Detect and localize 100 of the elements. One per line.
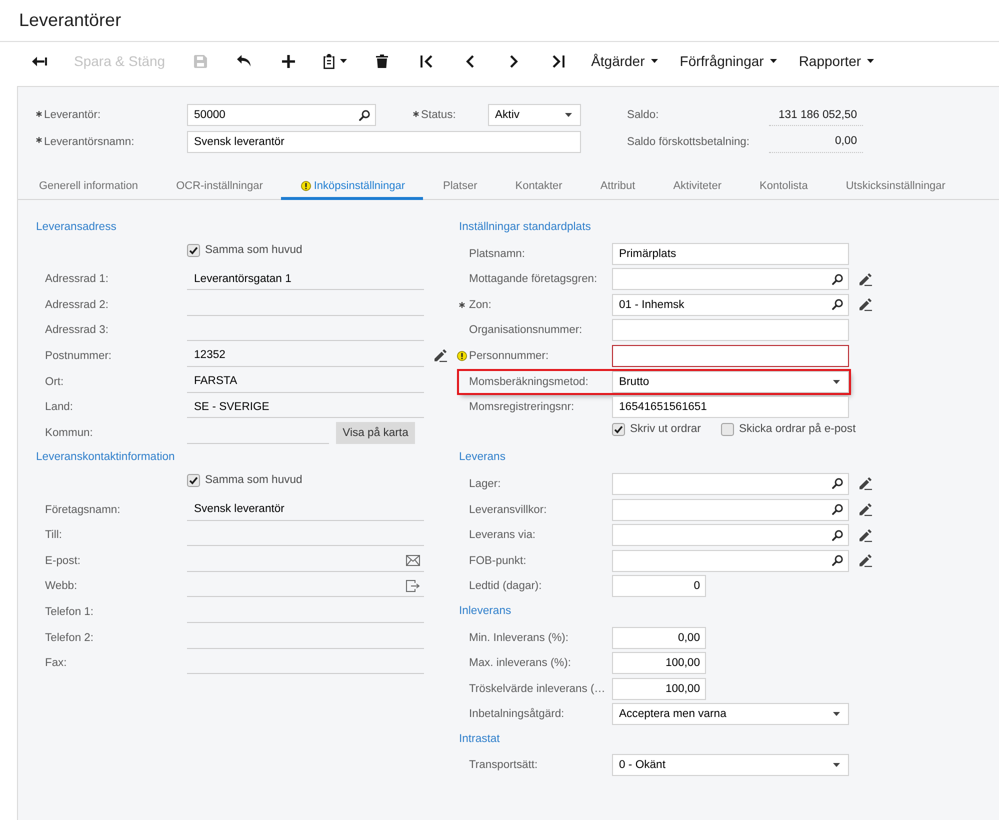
trash-icon [376, 54, 388, 68]
caret-icon [833, 380, 840, 384]
search-icon[interactable] [832, 299, 843, 310]
search-icon[interactable] [832, 478, 843, 490]
page-title: Leverantörer [19, 10, 122, 31]
lookup-field[interactable] [612, 472, 849, 495]
text-field[interactable]: Leverantörsgatan 1 [187, 268, 424, 290]
number-field[interactable]: 100,00 [612, 652, 706, 674]
caret-icon [867, 59, 874, 63]
select-dropdown[interactable]: 0 - Okänt [612, 754, 849, 776]
tab[interactable]: Platser [423, 176, 496, 200]
number-field[interactable]: 0,00 [612, 626, 706, 648]
pencil-icon[interactable] [434, 349, 447, 362]
map-button[interactable]: Visa på karta [336, 422, 415, 444]
field-label: Zon: [469, 298, 492, 312]
field-label: Till: [45, 528, 62, 542]
menu-button[interactable]: Åtgärder [580, 45, 669, 77]
field-label: Postnummer: [45, 348, 112, 363]
number-field[interactable]: 0 [612, 575, 706, 598]
search-icon[interactable] [832, 504, 843, 516]
checkbox-label: Samma som huvud [205, 244, 302, 256]
field-label: Mottagande företagsgren: [469, 272, 598, 286]
checkbox[interactable] [720, 422, 734, 436]
field-label: Max. inleverans (%): [469, 656, 571, 670]
envelope-icon[interactable] [406, 554, 420, 566]
checkbox[interactable] [187, 244, 200, 257]
tab[interactable]: OCR-inställningar [156, 176, 281, 200]
section-title: Leverans [459, 450, 506, 466]
section-title: Leveranskontaktinformation [36, 450, 175, 466]
tab[interactable]: Aktiviteter [653, 176, 740, 200]
tab[interactable]: Attribut [580, 176, 654, 200]
checkbox-label: Samma som huvud [205, 474, 302, 486]
field-label: Företagsnamn: [45, 502, 120, 517]
pencil-icon[interactable] [858, 554, 872, 568]
field-label: Fax: [45, 656, 67, 670]
select-dropdown[interactable]: Brutto [612, 370, 849, 393]
search-icon[interactable] [359, 110, 370, 120]
menu-button[interactable]: Förfrågningar [668, 45, 788, 77]
text-field[interactable]: 12352 [187, 344, 424, 367]
select-dropdown[interactable]: Aktiv [488, 104, 581, 126]
balance-value: 0,00 [769, 130, 863, 152]
caret-icon [650, 59, 658, 63]
field-label: Telefon 2: [45, 630, 94, 644]
search-icon[interactable] [832, 274, 843, 285]
checkbox-label: Skicka ordrar på e-post [738, 423, 856, 436]
field-label: Kommun: [45, 426, 93, 440]
tab[interactable]: Generell information [19, 176, 156, 200]
lookup-field[interactable]: 50000 [187, 104, 376, 126]
search-icon[interactable] [832, 555, 843, 566]
text-field[interactable]: 16541651561651 [612, 396, 849, 418]
tab[interactable]: Kontakter [495, 176, 580, 200]
field-label: Saldo: [627, 109, 659, 121]
text-field[interactable]: FARSTA [187, 370, 424, 393]
field-label: Lager: [469, 476, 501, 491]
pencil-icon[interactable] [858, 528, 872, 542]
menu-button[interactable]: Rapporter [788, 45, 886, 77]
lookup-field[interactable] [612, 498, 849, 521]
text-field[interactable] [612, 344, 849, 367]
caret-icon [833, 763, 840, 768]
pencil-icon[interactable] [858, 298, 872, 312]
text-field[interactable]: Svensk leverantör [187, 130, 581, 152]
pencil-icon[interactable] [858, 477, 872, 490]
pencil-icon[interactable] [858, 272, 872, 286]
box-arrow-icon[interactable] [406, 580, 420, 592]
field-label: Transportsätt: [469, 758, 538, 772]
field-label: Organisationsnummer: [469, 323, 582, 338]
select-dropdown[interactable]: Acceptera men varna [612, 703, 849, 726]
last-page-icon [552, 54, 565, 68]
number-field[interactable]: 100,00 [612, 678, 706, 700]
field-label: FOB-punkt: [469, 554, 526, 568]
field-label: Personnummer: [469, 348, 549, 363]
pencil-icon[interactable] [858, 503, 872, 516]
caret-icon [770, 59, 777, 63]
field-label: Leverantörsnamn: [44, 134, 134, 148]
lookup-field[interactable] [612, 268, 849, 290]
checkbox[interactable] [187, 474, 200, 487]
field-label: Telefon 1: [45, 604, 94, 619]
checkbox[interactable] [612, 422, 625, 436]
section-title: Inleverans [459, 604, 512, 619]
back-arrow-icon [32, 56, 46, 66]
search-icon[interactable] [832, 530, 843, 541]
plus-icon [282, 54, 295, 68]
tab[interactable]: Kontolista [740, 176, 826, 200]
lookup-field[interactable]: 01 - Inhemsk [612, 294, 849, 316]
field-label: Leverans via: [469, 528, 536, 542]
first-page-icon [420, 54, 433, 68]
text-field[interactable]: SE - SVERIGE [187, 396, 424, 418]
field-label: Saldo förskottsbetalning: [627, 136, 750, 148]
tab[interactable]: Utskicksinställningar [826, 176, 964, 200]
chevron-right-icon [510, 54, 518, 68]
lookup-field[interactable] [612, 524, 849, 546]
section-title: Inställningar standardplats [459, 220, 591, 235]
tab[interactable]: Inköpsinställningar [280, 176, 423, 200]
text-field[interactable]: Svensk leverantör [187, 498, 424, 521]
text-field[interactable]: Primärplats [612, 242, 849, 265]
caret-icon [340, 59, 348, 63]
field-label: Platsnamn: [469, 246, 525, 261]
chevron-left-icon [466, 54, 474, 68]
field-label: Ledtid (dagar): [469, 579, 542, 594]
lookup-field[interactable] [612, 550, 849, 572]
